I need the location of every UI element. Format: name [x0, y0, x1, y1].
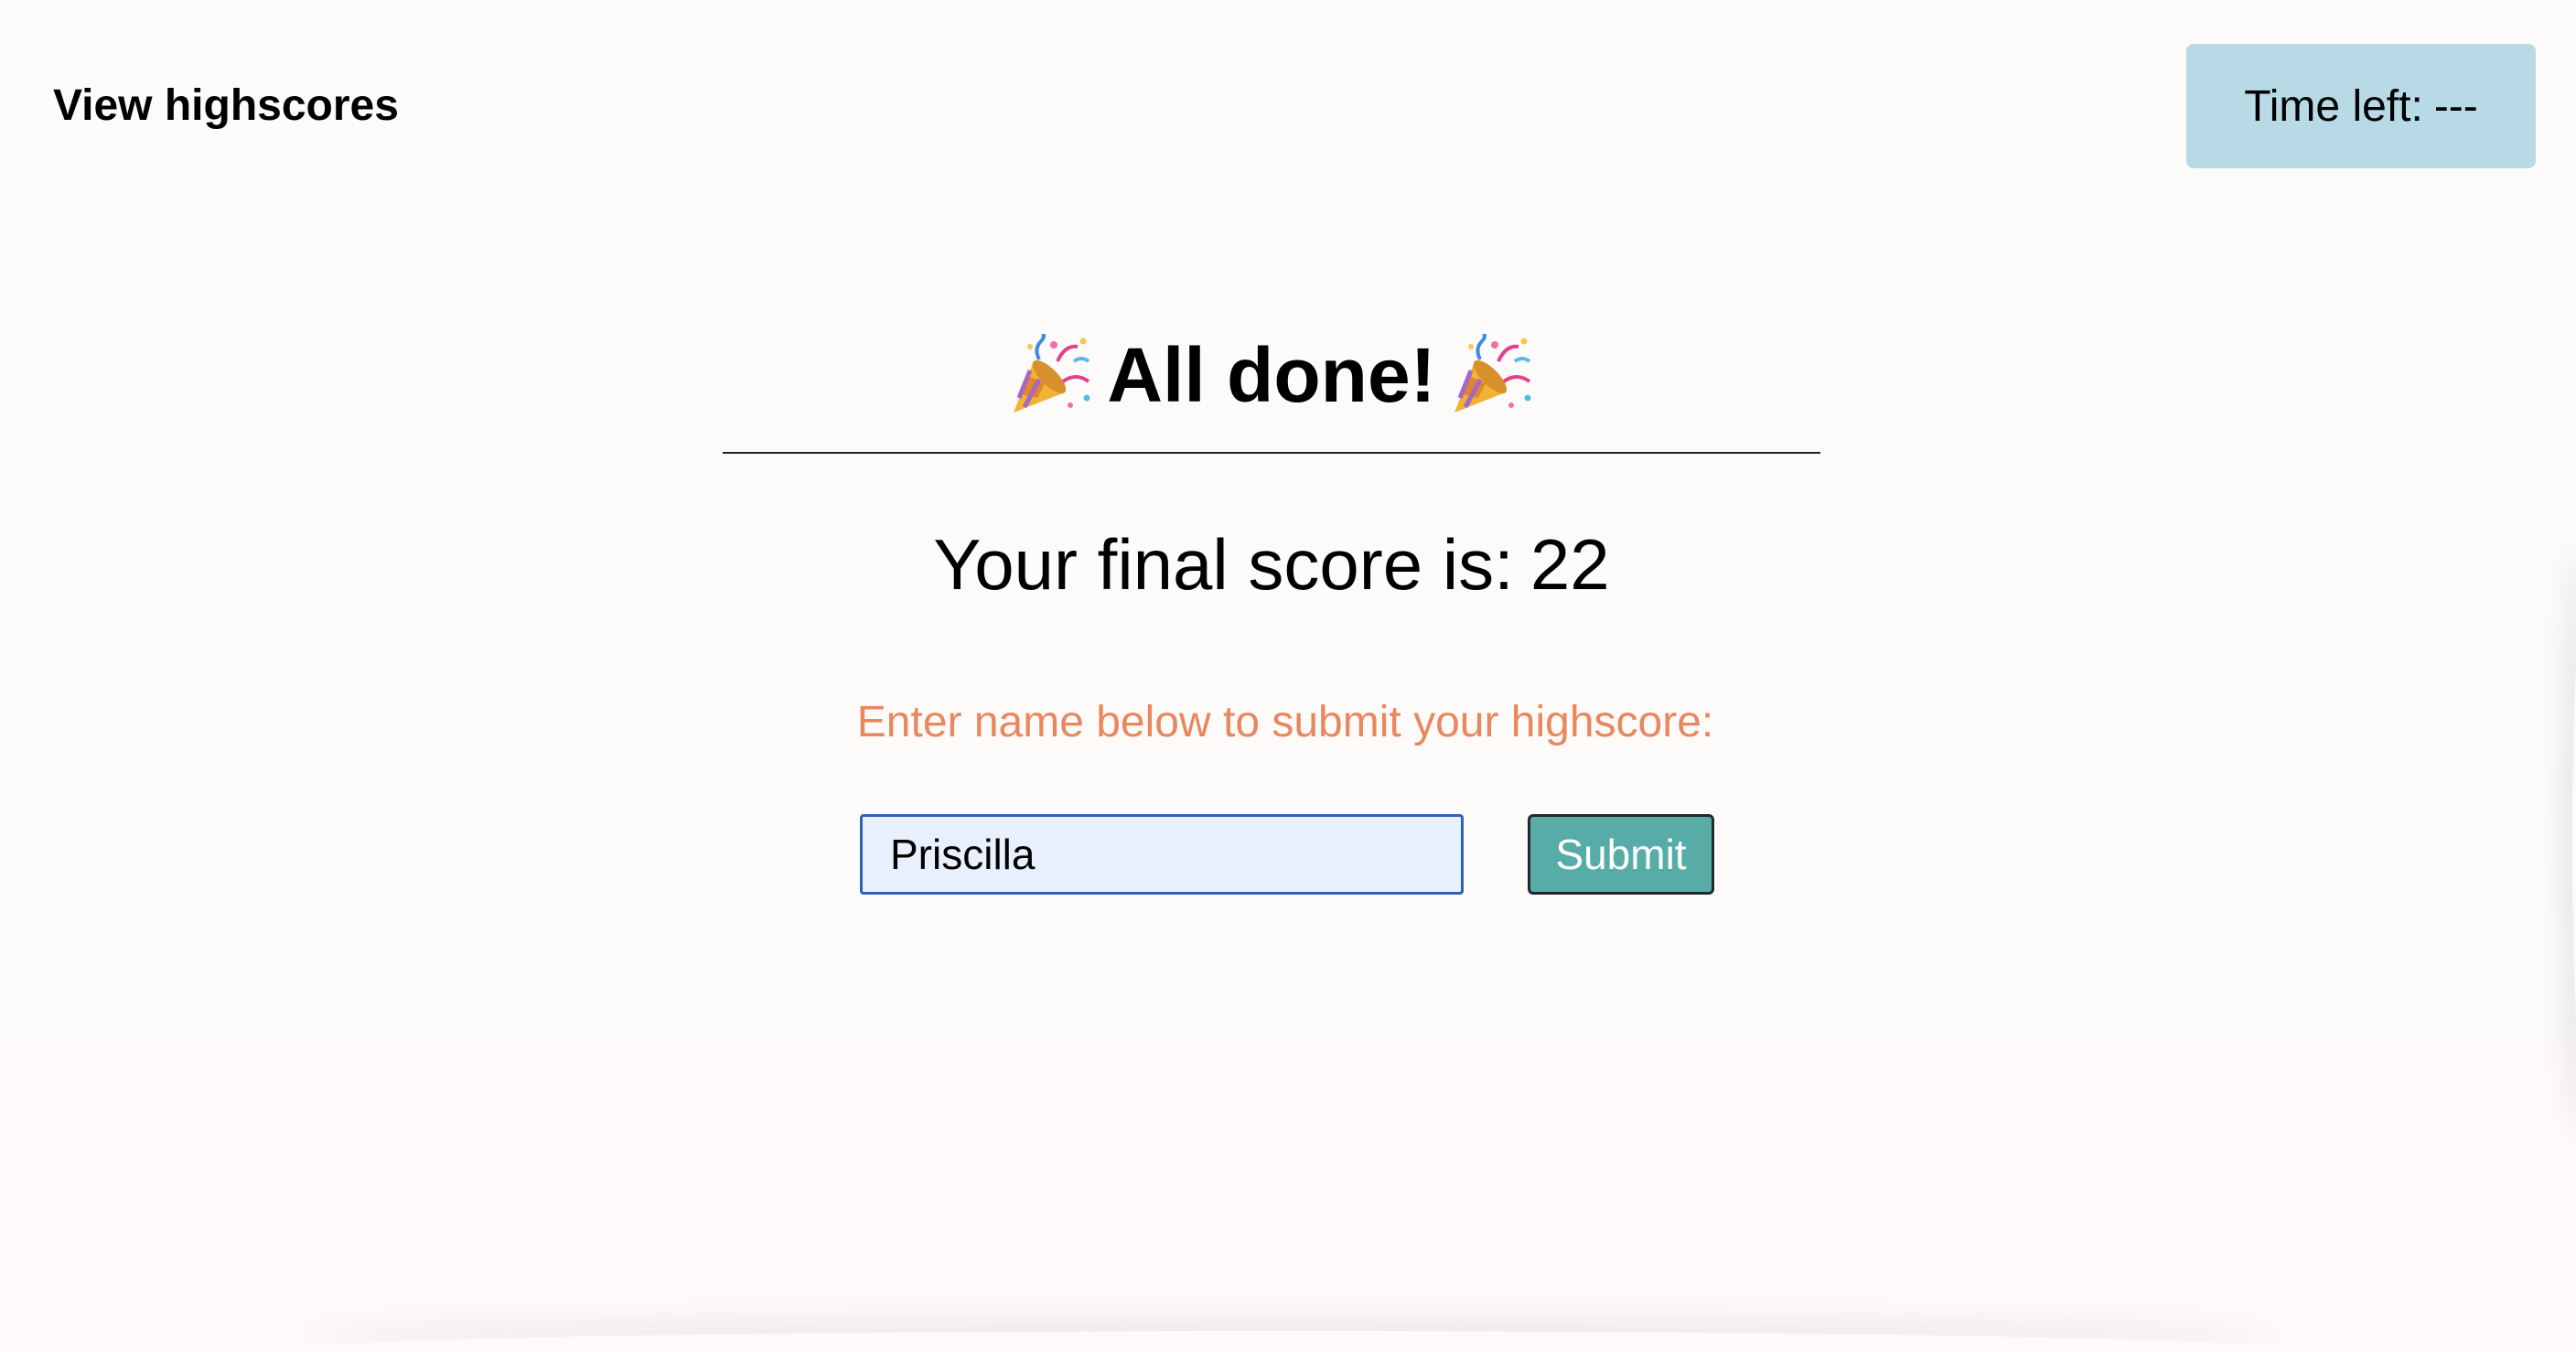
submit-button[interactable]: Submit [1528, 814, 1714, 895]
page-title: All done! [723, 320, 1820, 430]
final-score-label: Your final score is: [933, 524, 1514, 605]
final-score-value: 22 [1530, 524, 1610, 605]
highscore-prompt: Enter name below to submit your highscor… [856, 698, 1714, 746]
name-input[interactable] [860, 814, 1464, 895]
timer-value: --- [2433, 81, 2478, 131]
final-score: Your final score is: 22 [723, 523, 1820, 606]
page-lower-area [0, 1052, 2576, 1352]
title-divider [723, 452, 1820, 454]
party-popper-icon [1010, 328, 1092, 416]
right-edge-shadow [2572, 549, 2576, 1134]
timer-label: Time left: [2244, 81, 2423, 131]
party-popper-icon [1451, 328, 1533, 416]
title-text: All done! [1107, 331, 1436, 418]
timer-box: Time left: --- [2186, 44, 2536, 168]
view-highscores-link[interactable]: View highscores [53, 80, 399, 131]
